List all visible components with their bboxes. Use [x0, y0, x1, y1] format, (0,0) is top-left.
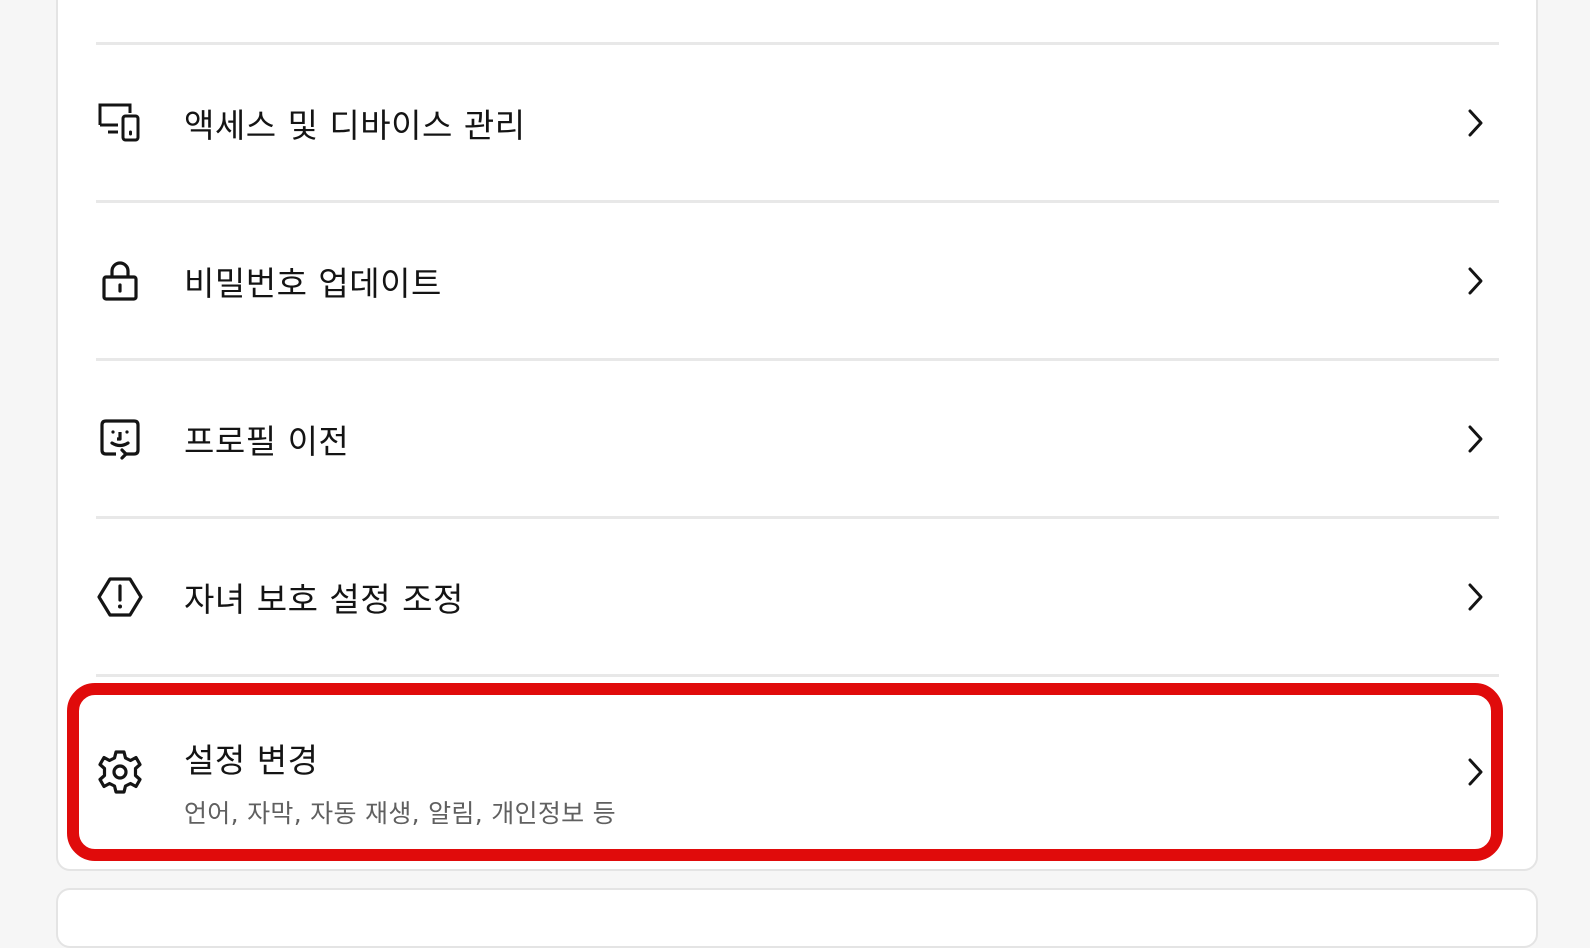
menu-item-change-settings[interactable]: 설정 변경 언어, 자막, 자동 재생, 알림, 개인정보 등	[60, 686, 1500, 858]
next-card	[56, 888, 1538, 948]
gear-icon	[96, 748, 144, 796]
chevron-right-icon	[1462, 264, 1488, 298]
profile-transfer-icon	[96, 415, 144, 463]
chevron-right-icon	[1462, 106, 1488, 140]
menu-item-profile-transfer[interactable]: 프로필 이전	[60, 361, 1500, 517]
menu-item-update-password[interactable]: 비밀번호 업데이트	[60, 203, 1500, 359]
warning-octagon-icon	[96, 573, 144, 621]
menu-item-parental-controls[interactable]: 자녀 보호 설정 조정	[60, 519, 1500, 675]
menu-item-label: 설정 변경	[184, 741, 319, 780]
menu-item-label: 비밀번호 업데이트	[184, 264, 442, 303]
lock-icon	[96, 257, 144, 305]
chevron-right-icon	[1462, 755, 1488, 789]
menu-item-label: 자녀 보호 설정 조정	[184, 580, 464, 619]
chevron-right-icon	[1462, 422, 1488, 456]
menu-item-label: 프로필 이전	[184, 422, 350, 461]
menu-item-label: 액세스 및 디바이스 관리	[184, 106, 526, 145]
menu-item-access-devices[interactable]: 액세스 및 디바이스 관리	[60, 45, 1500, 201]
chevron-right-icon	[1462, 580, 1488, 614]
devices-icon	[96, 99, 144, 147]
menu-item-sublabel: 언어, 자막, 자동 재생, 알림, 개인정보 등	[184, 799, 616, 828]
